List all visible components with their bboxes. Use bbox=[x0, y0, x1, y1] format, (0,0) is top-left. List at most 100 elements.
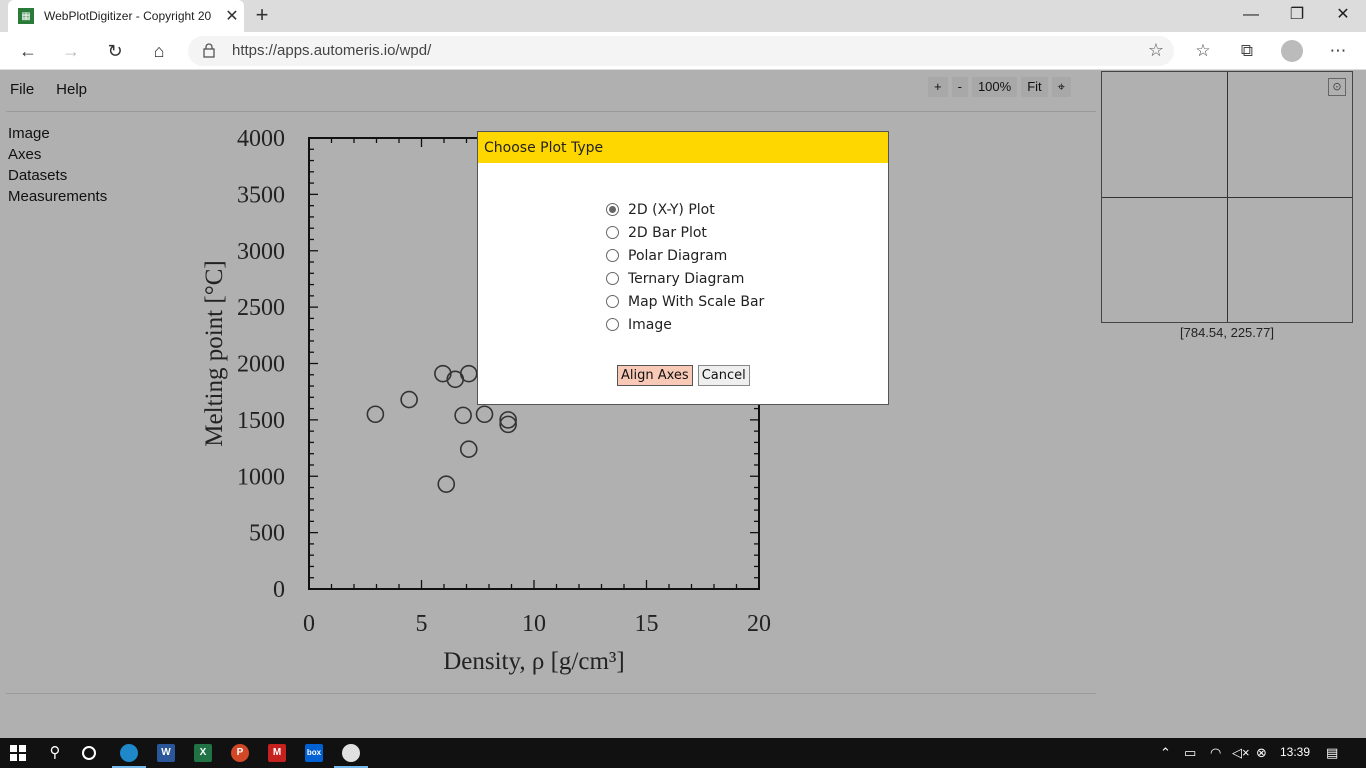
data-point bbox=[475, 405, 494, 424]
wpd-favicon-icon: ▦ bbox=[18, 8, 34, 24]
paint-icon[interactable] bbox=[342, 744, 360, 762]
new-tab-button[interactable]: + bbox=[250, 4, 274, 28]
reload-icon[interactable]: ↻ bbox=[100, 37, 130, 65]
status-icon[interactable]: ⊗ bbox=[1256, 745, 1267, 761]
option-polar[interactable]: Polar Diagram bbox=[606, 244, 764, 267]
radio-map[interactable] bbox=[606, 295, 619, 308]
crosshair-icon[interactable]: ⌖ bbox=[1051, 77, 1071, 97]
y-tick-label: 4000 bbox=[237, 126, 285, 152]
data-point bbox=[400, 390, 418, 409]
edge-icon[interactable] bbox=[120, 744, 138, 762]
plot-type-options: 2D (X-Y) Plot 2D Bar Plot Polar Diagram … bbox=[606, 198, 764, 336]
collections-icon[interactable]: ⧉ bbox=[1232, 37, 1262, 65]
option-2d-bar[interactable]: 2D Bar Plot bbox=[606, 221, 764, 244]
option-map[interactable]: Map With Scale Bar bbox=[606, 290, 764, 313]
menu-bar: File Help bbox=[6, 79, 91, 100]
data-point bbox=[459, 440, 478, 458]
y-tick-label: 2000 bbox=[237, 352, 285, 378]
x-tick-label: 20 bbox=[747, 611, 771, 637]
cursor-coordinates: [784.54, 225.77] bbox=[1180, 325, 1274, 340]
cancel-button[interactable]: Cancel bbox=[697, 365, 750, 386]
box-icon[interactable]: box bbox=[305, 744, 323, 762]
clock: 13:39 bbox=[1280, 745, 1311, 759]
y-tick-label: 500 bbox=[249, 521, 285, 547]
home-icon[interactable]: ⌂ bbox=[144, 37, 174, 65]
radio-2d-xy[interactable] bbox=[606, 203, 619, 216]
zoom-level: 100% bbox=[971, 77, 1018, 97]
option-2d-xy[interactable]: 2D (X-Y) Plot bbox=[606, 198, 764, 221]
radio-image[interactable] bbox=[606, 318, 619, 331]
y-tick-label: 3000 bbox=[237, 239, 285, 265]
option-label: Image bbox=[628, 316, 672, 333]
y-tick-label: 2500 bbox=[237, 295, 285, 321]
radio-polar[interactable] bbox=[606, 249, 619, 262]
data-point bbox=[499, 411, 517, 429]
profile-avatar[interactable] bbox=[1281, 40, 1303, 62]
menu-help[interactable]: Help bbox=[52, 79, 91, 100]
tray-chevron-icon[interactable]: ⌃ bbox=[1160, 745, 1171, 761]
lock-icon bbox=[203, 43, 215, 58]
favorite-star-icon[interactable]: ☆ bbox=[1148, 40, 1164, 61]
crosshair-horizontal bbox=[1102, 197, 1352, 198]
dialog-title: Choose Plot Type bbox=[478, 132, 888, 163]
divider bbox=[6, 693, 1096, 694]
powerpoint-icon[interactable]: P bbox=[231, 744, 249, 762]
sidebar-item-datasets[interactable]: Datasets bbox=[8, 165, 107, 186]
option-label: 2D Bar Plot bbox=[628, 224, 707, 241]
wifi-icon[interactable]: ◠ bbox=[1210, 745, 1221, 761]
word-icon[interactable]: W bbox=[157, 744, 175, 762]
y-tick-label: 0 bbox=[273, 577, 285, 603]
option-image[interactable]: Image bbox=[606, 313, 764, 336]
excel-icon[interactable]: X bbox=[194, 744, 212, 762]
x-tick-label: 0 bbox=[303, 611, 315, 637]
data-point bbox=[437, 475, 456, 493]
search-icon[interactable]: ⚲ bbox=[46, 744, 64, 762]
sidebar-item-axes[interactable]: Axes bbox=[8, 144, 107, 165]
sidebar-item-measurements[interactable]: Measurements bbox=[8, 186, 107, 207]
option-ternary[interactable]: Ternary Diagram bbox=[606, 267, 764, 290]
radio-2d-bar[interactable] bbox=[606, 226, 619, 239]
option-label: 2D (X-Y) Plot bbox=[628, 201, 715, 218]
back-icon[interactable]: ← bbox=[13, 37, 43, 65]
y-tick-label: 1000 bbox=[237, 464, 285, 490]
notifications-icon[interactable]: ▤ bbox=[1326, 745, 1338, 761]
browser-tab[interactable]: ▦ WebPlotDigitizer - Copyright 20 ✕ bbox=[8, 0, 244, 32]
menu-file[interactable]: File bbox=[6, 79, 38, 100]
volume-muted-icon[interactable]: ◁× bbox=[1232, 745, 1250, 761]
zoom-toolbar: + - 100% Fit ⌖ bbox=[928, 77, 1071, 97]
taskbar: ⚲ W X P M box ⌃ ▭ ◠ ◁× ⊗ 13:39 ▤ bbox=[0, 738, 1366, 768]
minimize-button[interactable]: — bbox=[1228, 0, 1274, 30]
divider bbox=[6, 111, 1096, 112]
task-view-icon[interactable] bbox=[82, 746, 96, 760]
radio-ternary[interactable] bbox=[606, 272, 619, 285]
more-menu-icon[interactable]: ⋯ bbox=[1323, 37, 1353, 65]
sidebar-item-image[interactable]: Image bbox=[8, 123, 107, 144]
battery-icon[interactable]: ▭ bbox=[1184, 745, 1196, 761]
close-window-button[interactable]: ✕ bbox=[1320, 0, 1366, 30]
mail-icon[interactable]: M bbox=[268, 744, 286, 762]
y-axis-label: Melting point [°C] bbox=[201, 260, 228, 446]
favorites-icon[interactable]: ☆ bbox=[1188, 37, 1218, 65]
zoom-out-button[interactable]: - bbox=[951, 77, 968, 97]
url-field[interactable]: https://apps.automeris.io/wpd/ ☆ bbox=[188, 36, 1174, 66]
restore-button[interactable]: ❐ bbox=[1274, 0, 1320, 30]
x-axis-label: Density, ρ [g/cm³] bbox=[443, 648, 625, 675]
side-nav: Image Axes Datasets Measurements bbox=[8, 123, 107, 207]
tab-close-icon[interactable]: ✕ bbox=[220, 6, 244, 26]
align-axes-button[interactable]: Align Axes bbox=[617, 365, 693, 386]
address-bar: ← → ↻ ⌂ https://apps.automeris.io/wpd/ ☆… bbox=[0, 32, 1366, 70]
url-text: https://apps.automeris.io/wpd/ bbox=[232, 42, 432, 59]
data-point bbox=[499, 415, 517, 434]
y-tick-label: 1500 bbox=[237, 408, 285, 434]
zoom-in-button[interactable]: + bbox=[928, 77, 948, 97]
forward-icon[interactable]: → bbox=[56, 37, 86, 65]
zoom-fit-button[interactable]: Fit bbox=[1021, 77, 1048, 97]
magnifier-settings-icon[interactable]: ⊙ bbox=[1328, 78, 1346, 96]
x-tick-label: 5 bbox=[416, 611, 428, 637]
windows-start-icon[interactable] bbox=[10, 745, 26, 761]
option-label: Polar Diagram bbox=[628, 247, 728, 264]
choose-plot-type-dialog: Choose Plot Type 2D (X-Y) Plot 2D Bar Pl… bbox=[477, 131, 889, 405]
data-point bbox=[459, 364, 478, 383]
option-label: Map With Scale Bar bbox=[628, 293, 765, 310]
magnifier-window: ⊙ bbox=[1101, 71, 1353, 323]
